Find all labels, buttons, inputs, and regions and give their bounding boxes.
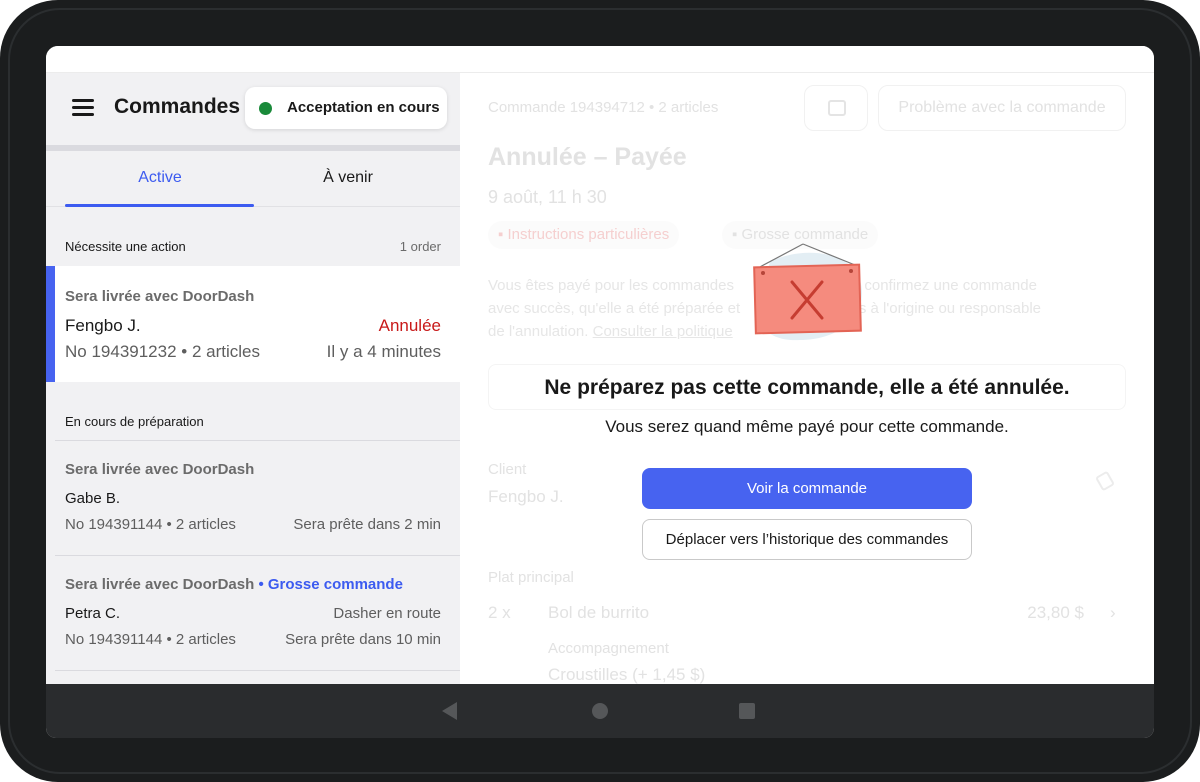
detail-date: 9 août, 11 h 30 <box>488 187 607 207</box>
chip-special-instructions: ▪ Instructions particulières <box>488 221 680 249</box>
order-tabs: Active À venir <box>46 151 460 207</box>
back-icon[interactable] <box>442 702 457 720</box>
chevron-right-icon[interactable]: › <box>1110 603 1116 623</box>
status-bar <box>46 46 1154 73</box>
printer-icon <box>828 100 846 116</box>
delivery-method-text: Sera livrée avec DoorDash <box>65 576 255 593</box>
customer-name: Fengbo J. <box>65 316 141 335</box>
order-number: No 194391144 • 2 articles <box>65 631 236 648</box>
problem-button[interactable]: Problème avec la commande <box>878 85 1126 131</box>
cancelled-sign-icon <box>753 243 862 341</box>
store-status-button[interactable]: Acceptation en cours <box>245 87 447 129</box>
delivery-method: Sera livrée avec DoorDash <box>65 288 255 305</box>
tab-upcoming[interactable]: À venir <box>253 169 443 187</box>
modal-subtitle: Vous serez quand même payé pour cette co… <box>605 417 1009 436</box>
tab-active[interactable]: Active <box>65 169 255 187</box>
large-order-tag: • Grosse commande <box>258 576 403 593</box>
detail-title: Annulée – Payée <box>488 143 687 171</box>
paragraph-line3: de l'annulation. <box>488 323 589 340</box>
item-quantity: 2 x <box>488 603 511 622</box>
order-card-fengbo[interactable]: Sera livrée avec DoorDash Fengbo J. Annu… <box>46 266 460 382</box>
order-number: No 194391144 • 2 articles <box>65 516 236 533</box>
modal-title: Ne préparez pas cette commande, elle a é… <box>544 376 1070 399</box>
section-needs-action-count: 1 order <box>399 239 441 254</box>
print-button[interactable] <box>804 85 868 131</box>
main-dish-label: Plat principal <box>488 569 574 586</box>
side-label: Accompagnement <box>548 640 669 657</box>
chip-special-instructions-label: Instructions particulières <box>507 226 670 243</box>
tablet-frame: Commandes Acceptation en cours Active À … <box>0 0 1200 782</box>
detail-order-number: Commande 194394712 • 2 articles <box>488 99 719 116</box>
client-label: Client <box>488 461 527 478</box>
orders-header: Commandes Acceptation en cours <box>46 73 460 145</box>
system-navigation-bar <box>46 684 1154 738</box>
order-status: Dasher en route <box>333 605 441 622</box>
active-tab-indicator <box>65 204 254 207</box>
section-preparing: En cours de préparation <box>65 414 204 429</box>
order-time: Sera prête dans 2 min <box>293 516 441 533</box>
side-item: Croustilles (+ 1,45 $) <box>548 665 706 684</box>
client-name: Fengbo J. <box>488 487 564 506</box>
order-time: Sera prête dans 10 min <box>285 631 441 648</box>
delivery-method: Sera livrée avec DoorDash • Grosse comma… <box>65 576 403 593</box>
customer-name: Petra C. <box>65 605 121 622</box>
order-time: Il y a 4 minutes <box>326 342 441 361</box>
paragraph-line2b: pas à l'origine ou responsable <box>842 300 1042 317</box>
selected-indicator <box>46 266 55 382</box>
view-order-button[interactable]: Voir la commande <box>642 468 972 509</box>
order-status: Annulée <box>378 316 441 335</box>
status-dot-icon <box>259 102 272 115</box>
move-to-history-button[interactable]: Déplacer vers l’historique des commandes <box>642 519 972 560</box>
customer-name: Gabe B. <box>65 490 121 507</box>
order-number: No 194391232 • 2 articles <box>65 342 260 361</box>
delivery-method: Sera livrée avec DoorDash <box>65 461 255 478</box>
store-status-label: Acceptation en cours <box>287 99 440 116</box>
divider <box>55 670 460 671</box>
paragraph-line1a: Vous êtes payé pour les commandes <box>488 277 734 294</box>
recent-apps-icon[interactable] <box>739 703 755 719</box>
item-price: 23,80 $ <box>1027 603 1084 622</box>
order-card-gabe[interactable]: Sera livrée avec DoorDash Gabe B. No 194… <box>46 441 460 556</box>
page-title: Commandes <box>114 95 241 118</box>
phone-icon[interactable] <box>1094 470 1116 492</box>
orders-panel: Commandes Acceptation en cours Active À … <box>46 73 460 684</box>
item-name: Bol de burrito <box>548 603 650 622</box>
hamburger-menu-icon[interactable] <box>72 99 94 117</box>
home-icon[interactable] <box>592 703 608 719</box>
section-needs-action: Nécessite une action <box>65 239 186 254</box>
order-card-petra[interactable]: Sera livrée avec DoorDash • Grosse comma… <box>46 556 460 671</box>
